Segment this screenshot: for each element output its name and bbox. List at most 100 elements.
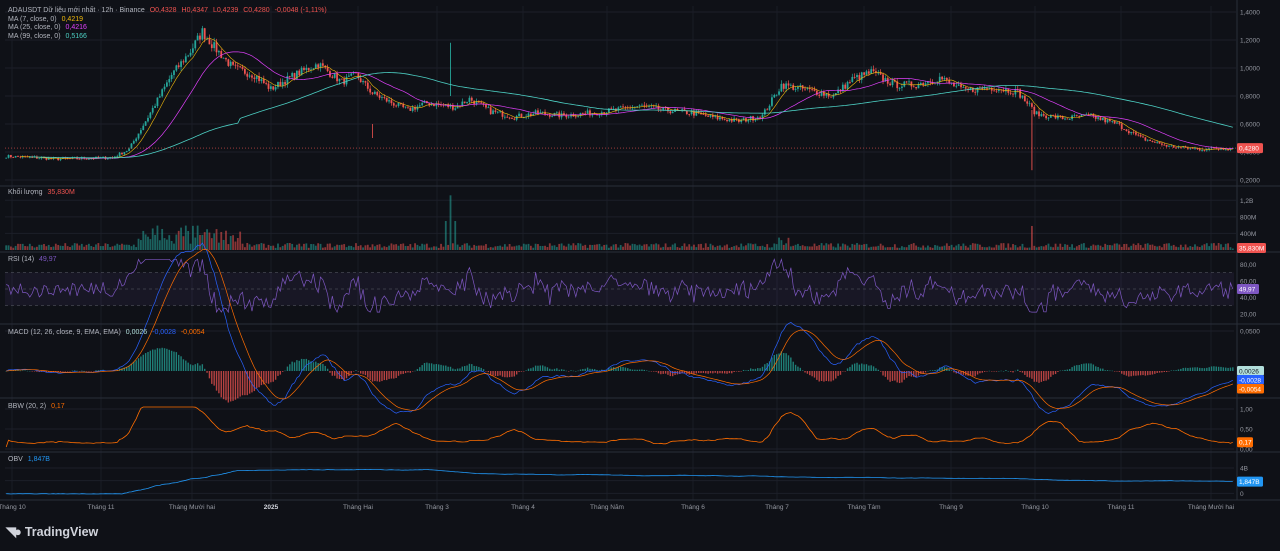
macd-histogram-bar — [530, 368, 532, 371]
candle-body — [485, 104, 487, 108]
macd-histogram-bar — [882, 371, 884, 376]
macd-histogram-bar — [733, 371, 735, 373]
volume-bar — [671, 244, 674, 250]
candle-body — [1118, 122, 1121, 124]
macd-histogram-bar — [1104, 370, 1106, 371]
ma99-row[interactable]: MA (99, close, 0) 0,5166 — [8, 33, 330, 42]
candle-body — [943, 77, 946, 80]
bbw-y-tick-label: 0,00 — [1240, 447, 1253, 454]
volume-bar — [295, 244, 298, 250]
symbol-line[interactable]: ADAUSDT Dữ liệu mới nhất · 12h · Binance — [8, 7, 145, 14]
macd-histogram-bar — [71, 370, 74, 372]
obv-legend[interactable]: OBV 1,847B — [8, 456, 53, 465]
macd-histogram-bar — [839, 371, 842, 375]
bbw-legend[interactable]: BBW (20, 2) 0,17 — [8, 403, 68, 412]
candle-body — [1035, 111, 1038, 115]
volume-bar — [359, 245, 362, 250]
volume-bar — [572, 243, 575, 250]
macd-legend[interactable]: MACD (12, 26, close, 9, EMA, EMA) 0,0026… — [8, 329, 208, 338]
macd-histogram-bar — [85, 371, 88, 372]
macd-histogram-bar — [705, 371, 707, 374]
macd-histogram-bar — [792, 361, 794, 371]
macd-histogram-bar — [1009, 371, 1012, 372]
candle-body — [785, 83, 788, 89]
chart-svg[interactable]: 1,40001,20001,00000,80000,60000,40000,20… — [0, 0, 1280, 546]
macd-histogram-bar — [671, 371, 674, 377]
volume-bar — [688, 244, 691, 250]
candle-body — [589, 110, 591, 116]
macd-histogram-bar — [497, 371, 499, 376]
macd-histogram-bar — [251, 371, 253, 393]
volume-bar — [624, 243, 627, 250]
macd-histogram-bar — [1064, 369, 1066, 371]
candle-body — [187, 55, 190, 57]
volume-bar — [477, 245, 480, 250]
volume-legend[interactable]: Khối lượng 35,830M — [8, 189, 78, 198]
volume-bar — [612, 244, 615, 250]
volume-bar — [742, 246, 745, 250]
macd-histogram-bar — [1135, 371, 1137, 376]
volume-bar — [993, 247, 996, 250]
volume-bar — [300, 246, 303, 250]
macd-histogram-bar — [156, 348, 159, 371]
ma7-row[interactable]: MA (7, close, 0) 0,4219 — [8, 16, 330, 25]
volume-bar — [853, 244, 856, 250]
candle-body — [191, 48, 194, 53]
volume-bar — [1052, 247, 1055, 250]
candle-body — [520, 113, 523, 118]
volume-bar — [447, 244, 450, 250]
ma25-row[interactable]: MA (25, close, 0) 0,4216 — [8, 24, 330, 33]
macd-histogram-bar — [459, 368, 461, 371]
volume-bar — [726, 244, 728, 250]
volume-bar — [553, 245, 556, 250]
macd-histogram-bar — [787, 355, 790, 371]
volume-bar — [740, 243, 743, 250]
macd-histogram-bar — [1059, 370, 1061, 372]
candle-body — [170, 74, 173, 80]
volume-bar — [340, 244, 343, 250]
candle-body — [480, 102, 483, 104]
macd-histogram-bar — [182, 359, 185, 371]
macd-y-tick-label: 0,0500 — [1240, 329, 1260, 336]
macd-histogram-bar — [1208, 367, 1210, 371]
candle-body — [567, 116, 570, 118]
volume-bar — [778, 237, 780, 250]
macd-histogram-bar — [515, 371, 518, 375]
candle-body — [603, 112, 606, 114]
volume-label: Khối lượng — [8, 189, 43, 196]
candle-body — [1031, 103, 1033, 107]
candle-body — [253, 77, 256, 79]
volume-bar — [217, 242, 220, 250]
macd-histogram-bar — [998, 370, 1000, 372]
macd-histogram-bar — [241, 371, 244, 396]
volume-bar — [1005, 247, 1007, 250]
tradingview-logo[interactable]: ◥● TradingView — [6, 524, 98, 540]
volume-bar — [834, 247, 837, 250]
rsi-legend[interactable]: RSI (14) 49,97 — [8, 256, 60, 265]
macd-histogram-bar — [78, 371, 81, 372]
volume-bar — [227, 244, 230, 250]
candle-body — [225, 57, 227, 60]
candle-body — [251, 75, 253, 78]
volume-bar — [366, 244, 369, 250]
macd-histogram-bar — [1071, 367, 1073, 371]
macd-histogram-bar — [170, 350, 173, 371]
macd-histogram-bar — [761, 366, 764, 371]
candle-body — [581, 113, 584, 114]
macd-histogram-bar — [1220, 366, 1222, 371]
macd-histogram-bar — [1066, 369, 1069, 371]
macd-histogram-bar — [466, 365, 468, 371]
macd-histogram-bar — [738, 371, 740, 372]
macd-histogram-bar — [248, 371, 251, 394]
macd-histogram-bar — [1158, 371, 1161, 373]
macd-histogram-bar — [1109, 370, 1111, 372]
candle-body — [915, 87, 918, 89]
macd-histogram-bar — [442, 365, 445, 371]
macd-histogram-bar — [298, 360, 300, 371]
volume-bar — [383, 246, 386, 250]
candle-body — [132, 141, 135, 144]
macd-histogram-bar — [322, 364, 324, 371]
candle-body — [908, 81, 910, 83]
volume-bar — [927, 245, 929, 250]
macd-histogram-bar — [1184, 367, 1187, 371]
